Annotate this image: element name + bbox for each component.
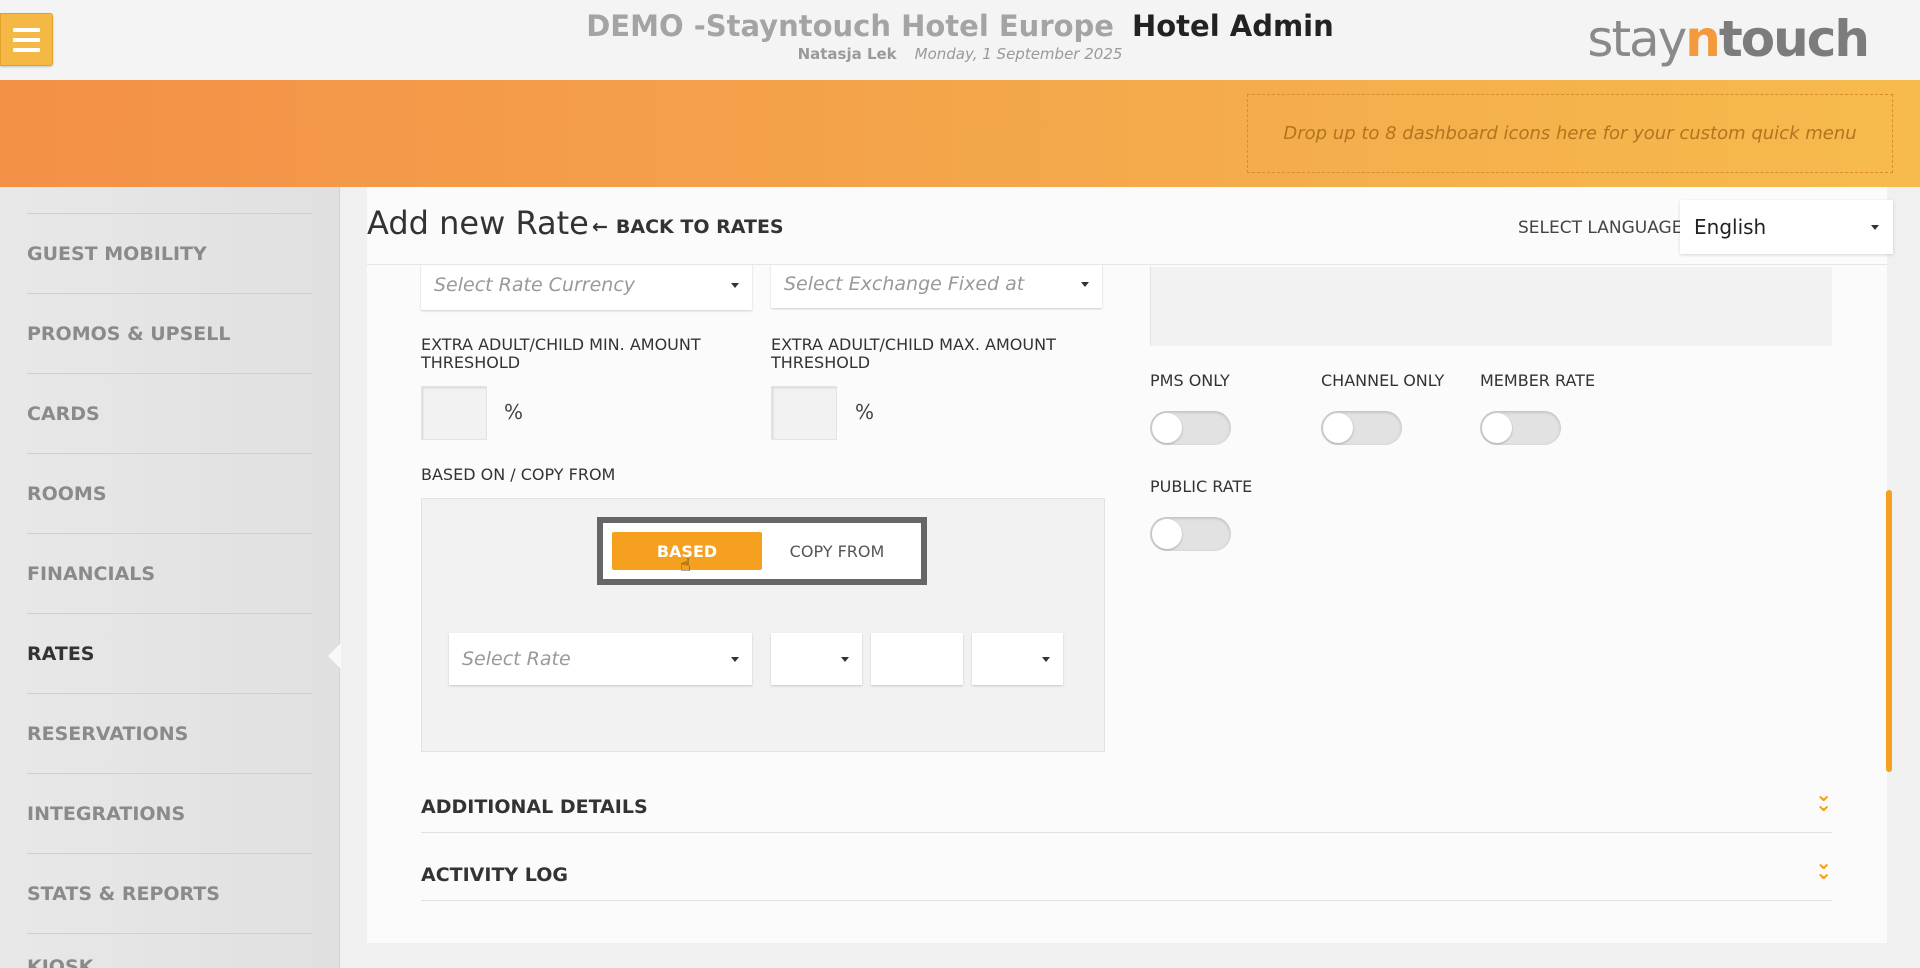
select-rate-placeholder: Select Rate	[462, 648, 571, 670]
back-to-rates-label: BACK TO RATES	[615, 216, 784, 238]
adjust-amount-input[interactable]	[871, 633, 963, 685]
sidebar-item-reservations[interactable]: RESERVATIONS	[27, 693, 313, 773]
caret-down-icon	[841, 657, 849, 662]
pms-only-label: PMS ONLY	[1150, 371, 1230, 390]
top-header: DEMO -Stayntouch Hotel Europe Hotel Admin…	[0, 0, 1920, 80]
toggle-knob	[1482, 413, 1512, 443]
sidebar-item-label: KIOSK	[27, 956, 94, 968]
language-select[interactable]: English	[1680, 200, 1893, 254]
max-threshold-label: EXTRA ADULT/CHILD MAX. AMOUNT THRESHOLD	[771, 336, 1056, 372]
sidebar-item-label: ROOMS	[27, 482, 107, 505]
caret-down-icon	[1871, 225, 1879, 230]
sidebar-item-kiosk[interactable]: KIOSK	[27, 933, 313, 968]
select-rate-dropdown[interactable]: Select Rate	[449, 633, 752, 685]
stayntouch-logo: stayntouch	[1587, 10, 1870, 68]
min-threshold-label-line1: EXTRA ADULT/CHILD MIN. AMOUNT	[421, 335, 701, 354]
toggle-knob	[1323, 413, 1353, 443]
sidebar-item-financials[interactable]: FINANCIALS	[27, 533, 313, 613]
double-chevron-down-icon[interactable]: ⌄ ⌄	[1815, 784, 1832, 814]
additional-details-section[interactable]: ADDITIONAL DETAILS ⌄ ⌄	[421, 775, 1832, 833]
caret-down-icon	[1042, 657, 1050, 662]
active-item-pointer	[328, 643, 341, 669]
sidebar-item-label: STATS & REPORTS	[27, 882, 220, 905]
toggle-knob	[1152, 519, 1182, 549]
arrow-left-icon: ←	[592, 216, 608, 238]
sidebar-item-label: RESERVATIONS	[27, 722, 189, 745]
sidebar-item-label: CARDS	[27, 402, 100, 425]
min-threshold-label-line2: THRESHOLD	[421, 353, 521, 372]
current-date: Monday, 1 September 2025	[914, 45, 1123, 63]
sidebar-item-label: INTEGRATIONS	[27, 802, 186, 825]
caret-down-icon	[1081, 282, 1089, 287]
public-rate-label: PUBLIC RATE	[1150, 477, 1253, 496]
channel-only-toggle[interactable]	[1321, 411, 1402, 445]
based-on-panel: BASED COPY FROM ☝ Select Rate	[421, 498, 1105, 752]
sidebar-item-rooms[interactable]: ROOMS	[27, 453, 313, 533]
description-panel	[1150, 267, 1832, 346]
logo-stay: stay	[1587, 10, 1687, 68]
sidebar-item-label: RATES	[27, 642, 95, 665]
exchange-fixed-select[interactable]: Select Exchange Fixed at	[771, 260, 1102, 308]
min-threshold-input[interactable]	[421, 386, 487, 440]
exchange-fixed-placeholder: Select Exchange Fixed at	[784, 273, 1025, 295]
activity-log-title: ACTIVITY LOG	[421, 864, 568, 886]
member-rate-toggle[interactable]	[1480, 411, 1561, 445]
select-language-label: SELECT LANGUAGE	[1518, 218, 1683, 238]
sidebar-item-label: PROMOS & UPSELL	[27, 322, 231, 345]
max-threshold-percent: %	[855, 400, 875, 424]
based-copy-segmented-control: BASED COPY FROM	[597, 517, 927, 585]
app-name: Hotel Admin	[1131, 9, 1334, 43]
content-scrollbar[interactable]	[1886, 490, 1892, 772]
copy-from-button[interactable]: COPY FROM	[762, 532, 912, 570]
logo-touch: touch	[1718, 10, 1870, 68]
sidebar-item-integrations[interactable]: INTEGRATIONS	[27, 773, 313, 853]
max-threshold-label-line1: EXTRA ADULT/CHILD MAX. AMOUNT	[771, 335, 1056, 354]
pms-only-toggle[interactable]	[1150, 411, 1231, 445]
activity-log-section[interactable]: ACTIVITY LOG ⌄ ⌄	[421, 843, 1832, 901]
admin-sidebar: GUEST MOBILITY PROMOS & UPSELL CARDS ROO…	[0, 187, 340, 968]
sidebar-item-label: FINANCIALS	[27, 562, 156, 585]
hotel-name: DEMO -Stayntouch Hotel Europe	[586, 9, 1114, 43]
channel-only-label: CHANNEL ONLY	[1321, 371, 1445, 390]
user-name: Natasja Lek	[797, 45, 897, 63]
sidebar-item-guest-mobility[interactable]: GUEST MOBILITY	[27, 213, 313, 293]
double-chevron-down-icon[interactable]: ⌄ ⌄	[1815, 852, 1832, 882]
rate-currency-placeholder: Select Rate Currency	[434, 274, 636, 296]
member-rate-label: MEMBER RATE	[1480, 371, 1596, 390]
min-threshold-percent: %	[504, 400, 524, 424]
caret-down-icon	[731, 283, 739, 288]
quick-menu-dropzone[interactable]: Drop up to 8 dashboard icons here for yo…	[1247, 94, 1893, 173]
content-header: Add new Rate ← BACK TO RATES SELECT LANGU…	[367, 187, 1893, 265]
quick-menu-band: Drop up to 8 dashboard icons here for yo…	[0, 80, 1920, 187]
additional-details-title: ADDITIONAL DETAILS	[421, 796, 648, 818]
dropzone-text: Drop up to 8 dashboard icons here for yo…	[1283, 123, 1857, 144]
sidebar-item-rates[interactable]: RATES	[27, 613, 313, 693]
public-rate-toggle[interactable]	[1150, 517, 1231, 551]
sidebar-item-stats-reports[interactable]: STATS & REPORTS	[27, 853, 313, 933]
main-content: Select Rate Currency Select Exchange Fix…	[367, 187, 1893, 943]
sidebar-item-label: GUEST MOBILITY	[27, 242, 207, 265]
caret-down-icon	[731, 657, 739, 662]
based-on-label: BASED ON / COPY FROM	[421, 465, 616, 484]
logo-n: n	[1685, 10, 1721, 68]
toggle-knob	[1152, 413, 1182, 443]
rate-currency-select[interactable]: Select Rate Currency	[421, 260, 752, 310]
sidebar-item-cards[interactable]: CARDS	[27, 373, 313, 453]
hand-cursor-icon: ☝	[680, 555, 691, 576]
max-threshold-label-line2: THRESHOLD	[771, 353, 871, 372]
page-title: Add new Rate	[367, 204, 589, 242]
adjust-type-dropdown[interactable]	[972, 633, 1063, 685]
sidebar-item-promos-upsell[interactable]: PROMOS & UPSELL	[27, 293, 313, 373]
back-to-rates-link[interactable]: ← BACK TO RATES	[592, 216, 784, 238]
max-threshold-input[interactable]	[771, 386, 837, 440]
adjust-sign-dropdown[interactable]	[771, 633, 862, 685]
min-threshold-label: EXTRA ADULT/CHILD MIN. AMOUNT THRESHOLD	[421, 336, 701, 372]
language-value: English	[1694, 215, 1767, 239]
